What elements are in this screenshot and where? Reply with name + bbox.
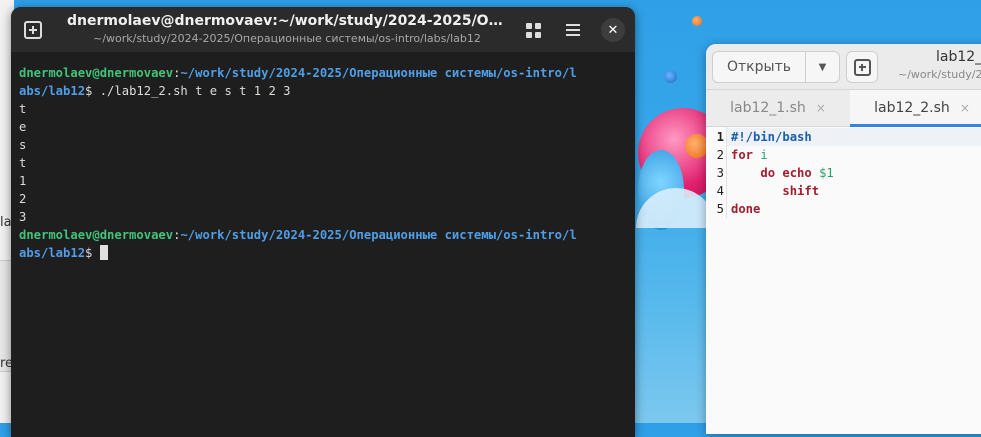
open-dropdown-chevron-icon[interactable]: ▼ [806, 52, 839, 82]
output-line: 2 [19, 192, 27, 206]
new-tab-button[interactable] [19, 16, 47, 44]
overview-button[interactable] [519, 16, 547, 44]
output-line: s [19, 138, 27, 152]
terminal-output[interactable]: dnermolaev@dnermovaev:~/work/study/2024-… [11, 52, 635, 262]
wallpaper-ball [692, 16, 702, 26]
tab-lab12-1[interactable]: lab12_1.sh × [706, 90, 850, 126]
editor-tab-bar: lab12_1.sh × lab12_2.sh × [706, 90, 981, 127]
line-number: 3 [716, 166, 724, 180]
prompt-path: ~/work/study/2024-2025/Операционные сист… [180, 228, 577, 242]
line-number: 2 [716, 148, 724, 162]
prompt-path: abs/lab12 [19, 84, 86, 98]
terminal-line: dnermolaev@dnermovaev:~/work/study/2024-… [19, 66, 577, 80]
code-lines[interactable]: #!/bin/bash for i do echo $1 shift done [727, 127, 981, 218]
text-editor-window[interactable]: Открыть ▼ lab12_2.sh ~/work/study/2024-2… [706, 44, 981, 434]
command-text: $ ./lab12_2.sh t e s t 1 2 3 [85, 84, 291, 98]
code-line: for i [731, 148, 768, 162]
text-cursor [99, 245, 108, 260]
tab-label: lab12_1.sh [730, 100, 806, 116]
tab-lab12-2[interactable]: lab12_2.sh × [850, 90, 981, 127]
background-peek-text: la [0, 215, 12, 230]
line-number: 4 [716, 184, 724, 198]
terminal-header-bar[interactable]: dnermolaev@dnermovaev:~/work/study/2024-… [11, 7, 635, 52]
terminal-line: dnermolaev@dnermovaev:~/work/study/2024-… [19, 228, 577, 242]
code-line: #!/bin/bash [727, 128, 981, 146]
prompt-user: dnermolaev@dnermovaev [19, 66, 174, 80]
line-number-gutter: 1 2 3 4 5 [706, 127, 727, 218]
output-line: e [19, 120, 27, 134]
prompt-symbol: $ [85, 246, 100, 260]
prompt-path: ~/work/study/2024-2025/Операционные сист… [180, 66, 577, 80]
tab-close-icon[interactable]: × [960, 101, 970, 115]
tab-close-icon[interactable]: × [816, 101, 826, 115]
open-button[interactable]: Открыть [713, 52, 806, 82]
prompt-path: abs/lab12 [19, 246, 86, 260]
output-line: 1 [19, 174, 27, 188]
open-file-split-button[interactable]: Открыть ▼ [712, 51, 840, 83]
terminal-window[interactable]: dnermolaev@dnermovaev:~/work/study/2024-… [11, 7, 635, 437]
new-document-icon [853, 58, 871, 76]
menu-button[interactable] [559, 16, 587, 44]
code-line: done [731, 202, 761, 216]
tab-label: lab12_2.sh [874, 100, 950, 116]
code-editor[interactable]: 1 2 3 4 5 #!/bin/bash for i do echo $1 s… [706, 127, 981, 218]
editor-header-bar[interactable]: Открыть ▼ lab12_2.sh ~/work/study/2024-2… [706, 44, 981, 90]
grid-icon [525, 22, 541, 38]
prompt-user: dnermolaev@dnermovaev [19, 228, 174, 242]
new-tab-icon [24, 21, 42, 39]
line-number: 5 [716, 202, 724, 216]
new-document-button[interactable] [846, 51, 878, 83]
terminal-line: abs/lab12$ [19, 244, 627, 262]
output-line: t [19, 102, 27, 116]
terminal-title: dnermolaev@dnermovaev:~/work/study/2024-… [67, 13, 507, 29]
terminal-line: abs/lab12$ ./lab12_2.sh t e s t 1 2 3 [19, 82, 627, 100]
output-line: 3 [19, 210, 27, 224]
close-icon: ✕ [601, 18, 625, 42]
terminal-subtitle: ~/work/study/2024-2025/Операционные сист… [93, 32, 481, 45]
editor-subtitle: ~/work/study/2024-2025/Операционные сист… [898, 68, 981, 81]
editor-title: lab12_2.sh [936, 49, 981, 65]
code-line: shift [782, 184, 820, 198]
output-line: t [19, 156, 27, 170]
wallpaper-ball [664, 70, 677, 83]
hamburger-menu-icon [566, 24, 580, 36]
line-number: 1 [716, 130, 724, 144]
code-line: do echo $1 [760, 166, 834, 180]
close-button[interactable]: ✕ [599, 16, 627, 44]
